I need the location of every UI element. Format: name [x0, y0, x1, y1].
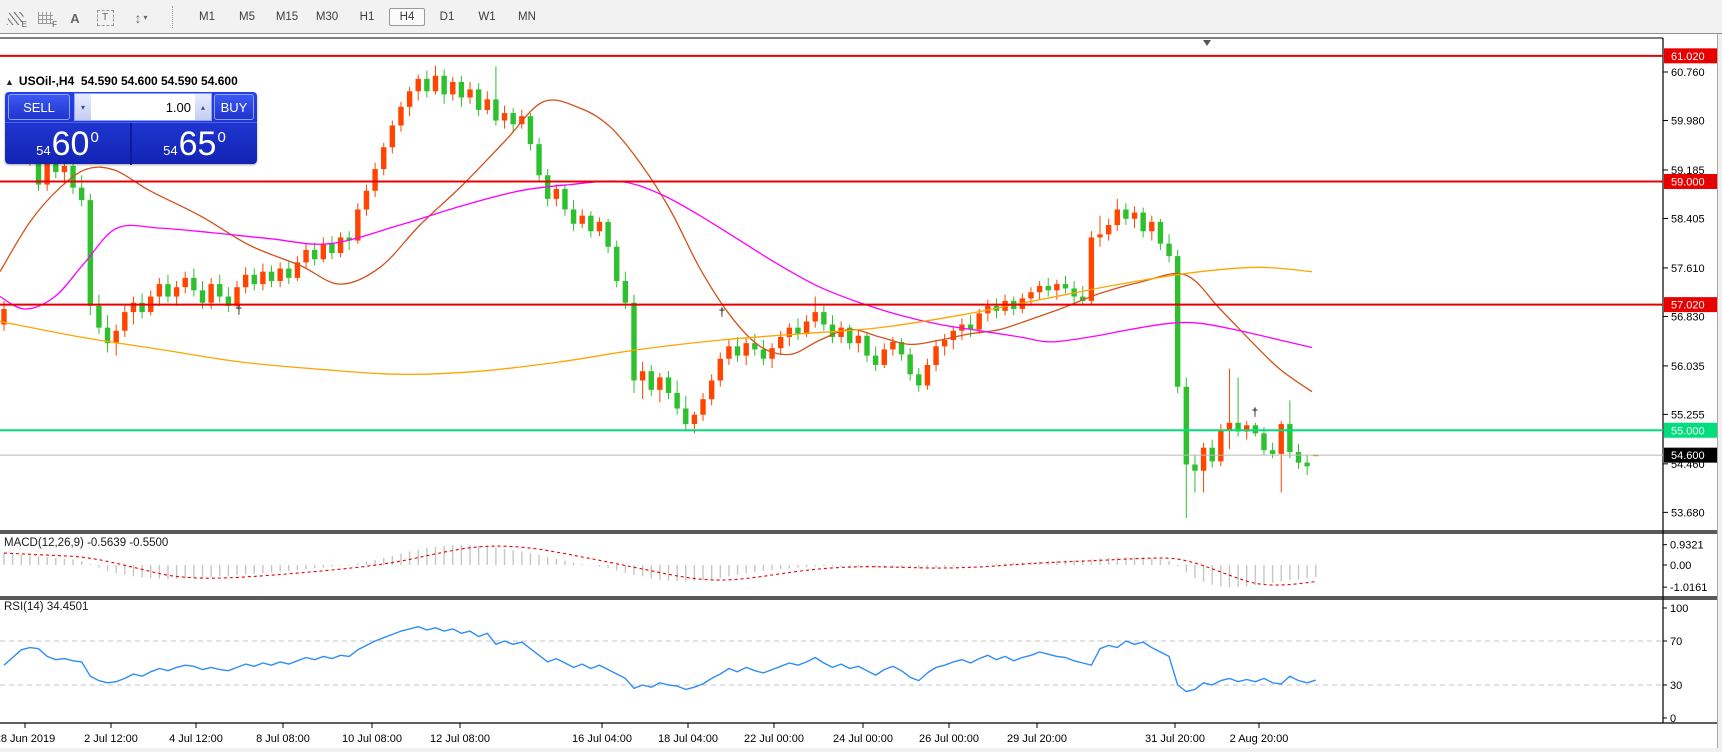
grid-icon [38, 12, 53, 24]
time-axis-label: 31 Jul 20:00 [1145, 733, 1205, 745]
buy-price-big: 65 [179, 125, 217, 163]
rsi-label: RSI(14) 34.4501 [4, 601, 88, 613]
volume-decrease-button[interactable]: ▾ [75, 94, 91, 120]
time-axis-label: 26 Jul 00:00 [919, 733, 979, 745]
time-axis-label: 4 Jul 12:00 [169, 733, 223, 745]
shift-marker-icon [1203, 40, 1211, 46]
timeframe-button-w1[interactable]: W1 [469, 8, 505, 26]
cross-marker: † [719, 305, 726, 319]
price-axis[interactable]: 60.76059.98059.18558.40557.61056.83056.0… [1663, 48, 1717, 519]
rsi-line [4, 627, 1316, 692]
arrows-icon: ↕ [134, 10, 141, 26]
time-axis-label: 24 Jul 00:00 [833, 733, 893, 745]
timeframe-button-h1[interactable]: H1 [349, 8, 385, 26]
time-axis[interactable]: 28 Jun 2019 2 Jul 12:00 4 Jul 12:00 8 Jul 0… [0, 723, 1288, 745]
chart-surface[interactable]: †††60.76059.98059.18558.40557.61056.8305… [0, 34, 1722, 752]
buy-price-button[interactable]: 54 65 0 [132, 123, 257, 165]
time-axis-label: 10 Jul 08:00 [342, 733, 402, 745]
macd-axis-label: -1.0161 [1670, 582, 1707, 594]
boxed-t-icon: T [97, 10, 114, 26]
hatch-sub-label: E [22, 20, 27, 29]
svg-text:54.600: 54.600 [1671, 450, 1705, 462]
timeframe-button-group: M1M5M15M30H1H4D1W1MN [187, 8, 547, 26]
volume-input[interactable] [91, 94, 195, 120]
ma-mid [0, 181, 1312, 347]
macd-axis-label: 0.9321 [1670, 540, 1704, 552]
timeframe-button-m30[interactable]: M30 [309, 8, 345, 26]
svg-text:60.760: 60.760 [1671, 67, 1705, 79]
window-bottom-edge [0, 748, 1722, 752]
time-axis-label: 18 Jul 04:00 [658, 733, 718, 745]
rsi-axis-label: 30 [1670, 680, 1682, 692]
buy-price-sup: 0 [217, 129, 225, 146]
sell-price-button[interactable]: 54 60 0 [5, 123, 132, 165]
time-axis-label: 2 Jul 12:00 [84, 733, 138, 745]
timeframe-button-m1[interactable]: M1 [189, 8, 225, 26]
timeframe-button-h4[interactable]: H4 [389, 8, 425, 26]
time-axis-label: 12 Jul 08:00 [430, 733, 490, 745]
chart-window: †††60.76059.98059.18558.40557.61056.8305… [0, 34, 1722, 752]
chevron-down-icon: ▾ [143, 13, 147, 22]
sell-price-big: 60 [52, 125, 90, 163]
svg-text:57.020: 57.020 [1671, 300, 1705, 312]
buy-price-small: 54 [163, 143, 177, 158]
time-axis-label: 28 Jun 2019 [0, 733, 55, 745]
window-right-edge [1717, 0, 1722, 752]
time-axis-label: 16 Jul 04:00 [572, 733, 632, 745]
svg-text:61.020: 61.020 [1671, 51, 1705, 63]
svg-text:56.830: 56.830 [1671, 311, 1705, 323]
svg-text:53.680: 53.680 [1671, 507, 1705, 519]
sell-price-small: 54 [36, 143, 50, 158]
macd-histogram [4, 545, 1316, 588]
volume-increase-button[interactable]: ▴ [195, 94, 211, 120]
svg-text:59.000: 59.000 [1671, 176, 1705, 188]
macd-label: MACD(12,26,9) -0.5639 -0.5500 [4, 537, 168, 549]
text-label-button[interactable]: A [62, 5, 88, 29]
symbol-ohlc-label: USOil-,H4 54.590 54.600 54.590 54.600 [19, 74, 238, 88]
timeframe-button-m5[interactable]: M5 [229, 8, 265, 26]
rsi-axis-label: 0 [1670, 713, 1676, 725]
sell-button[interactable]: SELL [8, 94, 70, 120]
svg-text:55.255: 55.255 [1671, 409, 1705, 421]
timeframe-button-m15[interactable]: M15 [269, 8, 305, 26]
rsi-pane [0, 627, 1663, 692]
svg-text:57.610: 57.610 [1671, 263, 1705, 275]
objects-dropdown-button[interactable]: ↕ ▾ [122, 5, 160, 29]
one-click-trade-panel: SELL ▾ ▴ BUY 54 60 0 54 65 0 [5, 92, 257, 164]
rsi-axis-label: 70 [1670, 636, 1682, 648]
ma-slow [0, 267, 1312, 374]
cross-marker: † [1252, 405, 1259, 419]
svg-text:59.980: 59.980 [1671, 116, 1705, 128]
grid-sub-label: F [52, 20, 57, 29]
timeframe-button-mn[interactable]: MN [509, 8, 545, 26]
grid-button[interactable]: F [32, 5, 58, 29]
time-axis-label: 2 Aug 20:00 [1230, 733, 1289, 745]
sell-price-sup: 0 [90, 129, 98, 146]
cross-marker: † [236, 303, 243, 317]
svg-text:55.000: 55.000 [1671, 425, 1705, 437]
mt4-terminal-window: E F A T ↕ ▾ M1M5M15M30H1H4D1W1MN † † † 60.7… [0, 0, 1722, 752]
svg-text:56.035: 56.035 [1671, 361, 1705, 373]
time-axis-label: 22 Jul 00:00 [744, 733, 804, 745]
collapse-panel-icon[interactable]: ▲ [5, 77, 14, 87]
indicator-hatch-button[interactable]: E [2, 5, 28, 29]
time-axis-label: 29 Jul 20:00 [1007, 733, 1067, 745]
toolbar-separator [172, 6, 181, 28]
buy-button[interactable]: BUY [214, 94, 254, 120]
svg-text:58.405: 58.405 [1671, 213, 1705, 225]
macd-axis-label: 0.00 [1670, 560, 1691, 572]
toolbar: E F A T ↕ ▾ M1M5M15M30H1H4D1W1MN [0, 0, 1722, 34]
volume-stepper: ▾ ▴ [74, 93, 212, 121]
timeframe-button-d1[interactable]: D1 [429, 8, 465, 26]
chart-title: ▲ USOil-,H4 54.590 54.600 54.590 54.600 [5, 74, 238, 88]
rsi-axis-label: 100 [1670, 603, 1688, 615]
text-box-button[interactable]: T [92, 5, 118, 29]
letter-a-icon: A [70, 9, 79, 29]
time-axis-label: 8 Jul 08:00 [256, 733, 310, 745]
